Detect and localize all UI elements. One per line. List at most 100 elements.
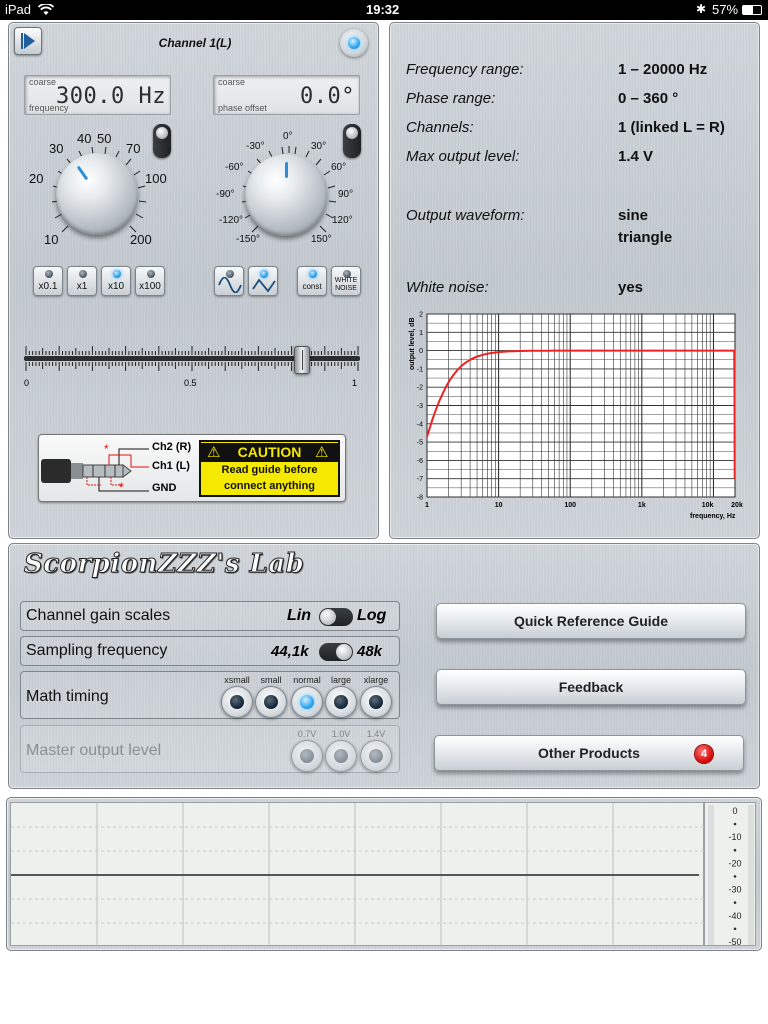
timing-large-radio[interactable] xyxy=(325,686,357,718)
level-meter-scale: 0 -10 -20 -30 -40 -50 xyxy=(708,805,754,947)
frequency-mode: coarse xyxy=(29,77,57,87)
sampling-44k-label: 44,1k xyxy=(271,643,309,660)
audio-jack-icon: * * xyxy=(41,442,149,494)
chart-y-tick-label: 2 xyxy=(419,312,423,319)
multiplier-label: x10 xyxy=(107,281,125,292)
frequency-value: 300.0 Hz xyxy=(56,84,166,109)
phase-scale-30: 30° xyxy=(311,141,327,152)
other-products-button[interactable]: Other Products 4 xyxy=(434,735,744,771)
multiplier-label: x100 xyxy=(139,281,161,292)
other-products-label: Other Products xyxy=(538,745,640,761)
meter-scale-label: -20 xyxy=(728,858,741,868)
toggle-thumb xyxy=(336,644,352,660)
caution-line-2: connect anything xyxy=(223,480,316,492)
multiplier-x1-button[interactable]: x1 xyxy=(67,266,97,296)
spec-key: White noise: xyxy=(406,279,489,296)
caution-box: ⚠ ⚠ CAUTION Read guide before connect an… xyxy=(199,440,340,497)
math-timing-row: Math timing xsmall small normal large xl… xyxy=(20,671,400,719)
phase-knob[interactable] xyxy=(245,154,327,236)
gain-log-label: Log xyxy=(357,607,387,624)
slider-mid-label: 0.5 xyxy=(184,378,197,388)
freq-scale-30: 30 xyxy=(49,141,64,156)
gain-scale-toggle[interactable] xyxy=(319,608,353,626)
chart-x-tick-label: 10 xyxy=(495,502,503,509)
meter-scale-label: -50 xyxy=(728,937,741,947)
timing-normal-radio[interactable] xyxy=(291,686,323,718)
slider-min-label: 0 xyxy=(24,378,30,388)
sampling-row: Sampling frequency 44,1k 48k xyxy=(20,636,400,666)
chart-y-tick-label: -6 xyxy=(417,458,423,465)
chart-y-tick-label: -5 xyxy=(417,440,423,447)
gain-lin-label: Lin xyxy=(287,607,311,624)
timing-xlarge-radio[interactable] xyxy=(360,686,392,718)
quick-reference-guide-button[interactable]: Quick Reference Guide xyxy=(436,603,746,639)
master-1-0v-radio[interactable] xyxy=(325,740,357,772)
phase-scale-0: 0° xyxy=(283,131,293,142)
spec-key: Phase range: xyxy=(406,90,496,107)
channel-power-button[interactable] xyxy=(340,29,368,57)
master-output-label: Master output level xyxy=(26,742,162,759)
multiplier-label: x1 xyxy=(76,281,88,292)
gain-scale-label: Channel gain scales xyxy=(26,607,171,624)
spec-value: 1 (linked L = R) xyxy=(618,119,725,136)
frequency-response-chart: 2 1 0 -1 -2 -3 -4 -5 -6 -7 -8 1 10 100 1k 10k 20k outpu… xyxy=(404,310,748,530)
phase-knob-indicator xyxy=(285,162,288,178)
multiplier-x100-button[interactable]: x100 xyxy=(135,266,165,296)
sampling-48k-label: 48k xyxy=(357,643,383,660)
timing-option-label: small xyxy=(260,675,282,685)
level-meter: 0 -10 -20 -30 -40 -50 xyxy=(704,802,756,947)
phase-fine-coarse-toggle[interactable] xyxy=(343,124,361,158)
phase-scale-m30: -30° xyxy=(246,141,265,152)
feedback-button[interactable]: Feedback xyxy=(436,669,746,705)
triangle-wave-button[interactable] xyxy=(248,266,278,296)
notification-badge: 4 xyxy=(695,745,713,763)
freq-scale-100: 100 xyxy=(145,171,167,186)
const-button[interactable]: const xyxy=(297,266,327,296)
device-name: iPad xyxy=(5,2,32,17)
sampling-toggle[interactable] xyxy=(319,643,353,661)
clock: 19:32 xyxy=(366,2,400,17)
gain-scale-row: Channel gain scales Lin Log xyxy=(20,601,400,631)
chart-y-tick-label: -4 xyxy=(417,421,423,428)
freq-scale-50: 50 xyxy=(97,131,112,146)
play-button[interactable] xyxy=(14,27,42,55)
bluetooth-icon: ✱ xyxy=(696,2,707,16)
math-timing-label: Math timing xyxy=(26,688,109,705)
timing-option-label: large xyxy=(330,675,351,685)
timing-small-radio[interactable] xyxy=(255,686,287,718)
phase-display[interactable]: coarse phase offset 0.0° xyxy=(213,75,360,115)
chart-y-tick-label: -7 xyxy=(417,476,423,483)
master-1-4v-radio[interactable] xyxy=(360,740,392,772)
master-0-7v-radio[interactable] xyxy=(291,740,323,772)
chart-y-axis-title: output level, dB xyxy=(409,318,416,371)
multiplier-x0-1-button[interactable]: x0.1 xyxy=(33,266,63,296)
white-noise-button[interactable]: WHITE NOISE xyxy=(331,266,361,296)
play-icon xyxy=(21,33,35,49)
led-icon xyxy=(309,270,317,278)
led-icon xyxy=(45,270,53,278)
meter-scale-label: 0 xyxy=(732,806,737,816)
channel-title: Channel 1(L) xyxy=(158,36,232,50)
frequency-fine-coarse-toggle[interactable] xyxy=(153,124,171,158)
level-slider-thumb[interactable] xyxy=(294,346,310,374)
frequency-knob[interactable] xyxy=(56,153,138,235)
chart-x-tick-label: 1k xyxy=(638,502,646,509)
scope-svg xyxy=(11,803,705,947)
timing-xsmall-radio[interactable] xyxy=(221,686,253,718)
phase-scale-120: 120° xyxy=(332,215,353,226)
phase-scale-m90: -90° xyxy=(216,189,235,200)
white-noise-label-2: NOISE xyxy=(335,285,357,292)
phase-mode: coarse xyxy=(218,77,246,87)
toggle-thumb xyxy=(320,609,336,625)
sine-wave-button[interactable] xyxy=(214,266,244,296)
chart-x-tick-label: 10k xyxy=(702,502,714,509)
multiplier-x10-button[interactable]: x10 xyxy=(101,266,131,296)
battery-percent: 57% xyxy=(712,2,739,17)
multiplier-label: x0.1 xyxy=(38,281,58,292)
freq-scale-20: 20 xyxy=(29,171,44,186)
ch2-label: Ch2 (R) xyxy=(152,441,192,453)
chart-x-tick-label: 1 xyxy=(425,502,429,509)
frequency-display[interactable]: coarse frequency 300.0 Hz xyxy=(24,75,171,115)
chart-y-tick-label: -8 xyxy=(417,495,423,502)
led-icon xyxy=(113,270,121,278)
